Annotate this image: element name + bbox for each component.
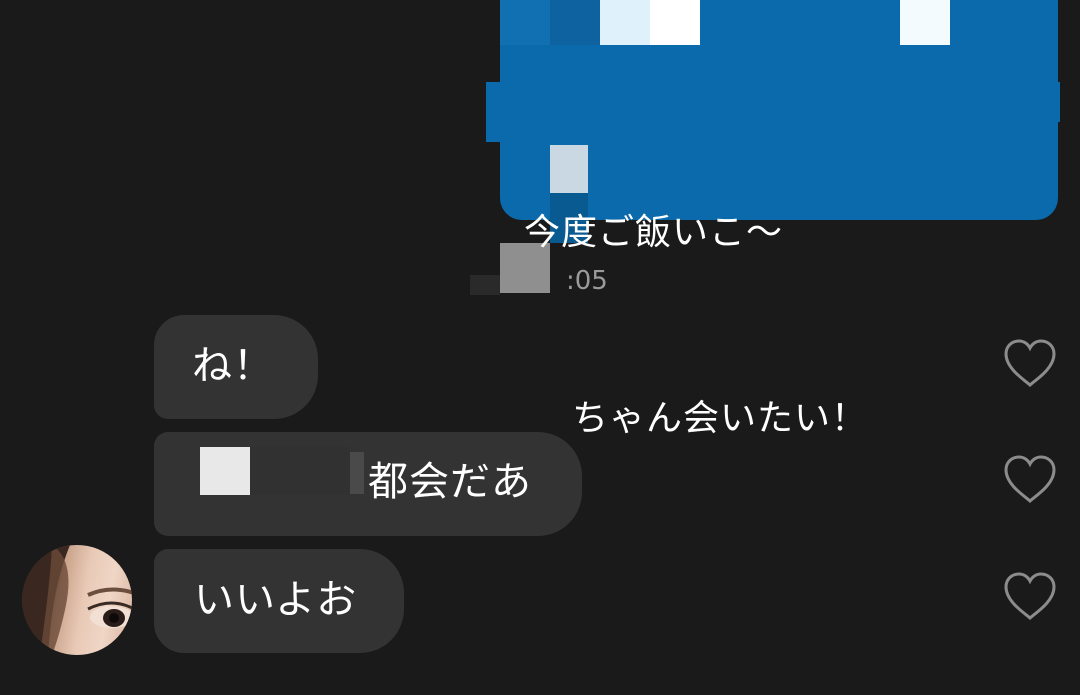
heart-outline-icon[interactable] (1002, 337, 1058, 389)
avatar[interactable] (22, 545, 132, 655)
heart-outline-icon[interactable] (1002, 570, 1058, 622)
message-timestamp: :05 (566, 266, 608, 296)
sent-message-line-2: ちゃん会いたい！ (572, 398, 869, 439)
received-message-text: ね！ (192, 343, 274, 389)
received-message-text: 都会だあ (368, 459, 532, 505)
sent-message-line-1: 今度ご飯いこ〜 (524, 212, 784, 253)
chat-thread: 今度ご飯いこ〜 ちゃん会いたい！ :05 ね！ 都会だあ いいよお (0, 0, 1080, 695)
avatar-photo (22, 545, 132, 655)
heart-outline-icon[interactable] (1002, 453, 1058, 505)
received-message-text: いいよお (194, 577, 358, 623)
